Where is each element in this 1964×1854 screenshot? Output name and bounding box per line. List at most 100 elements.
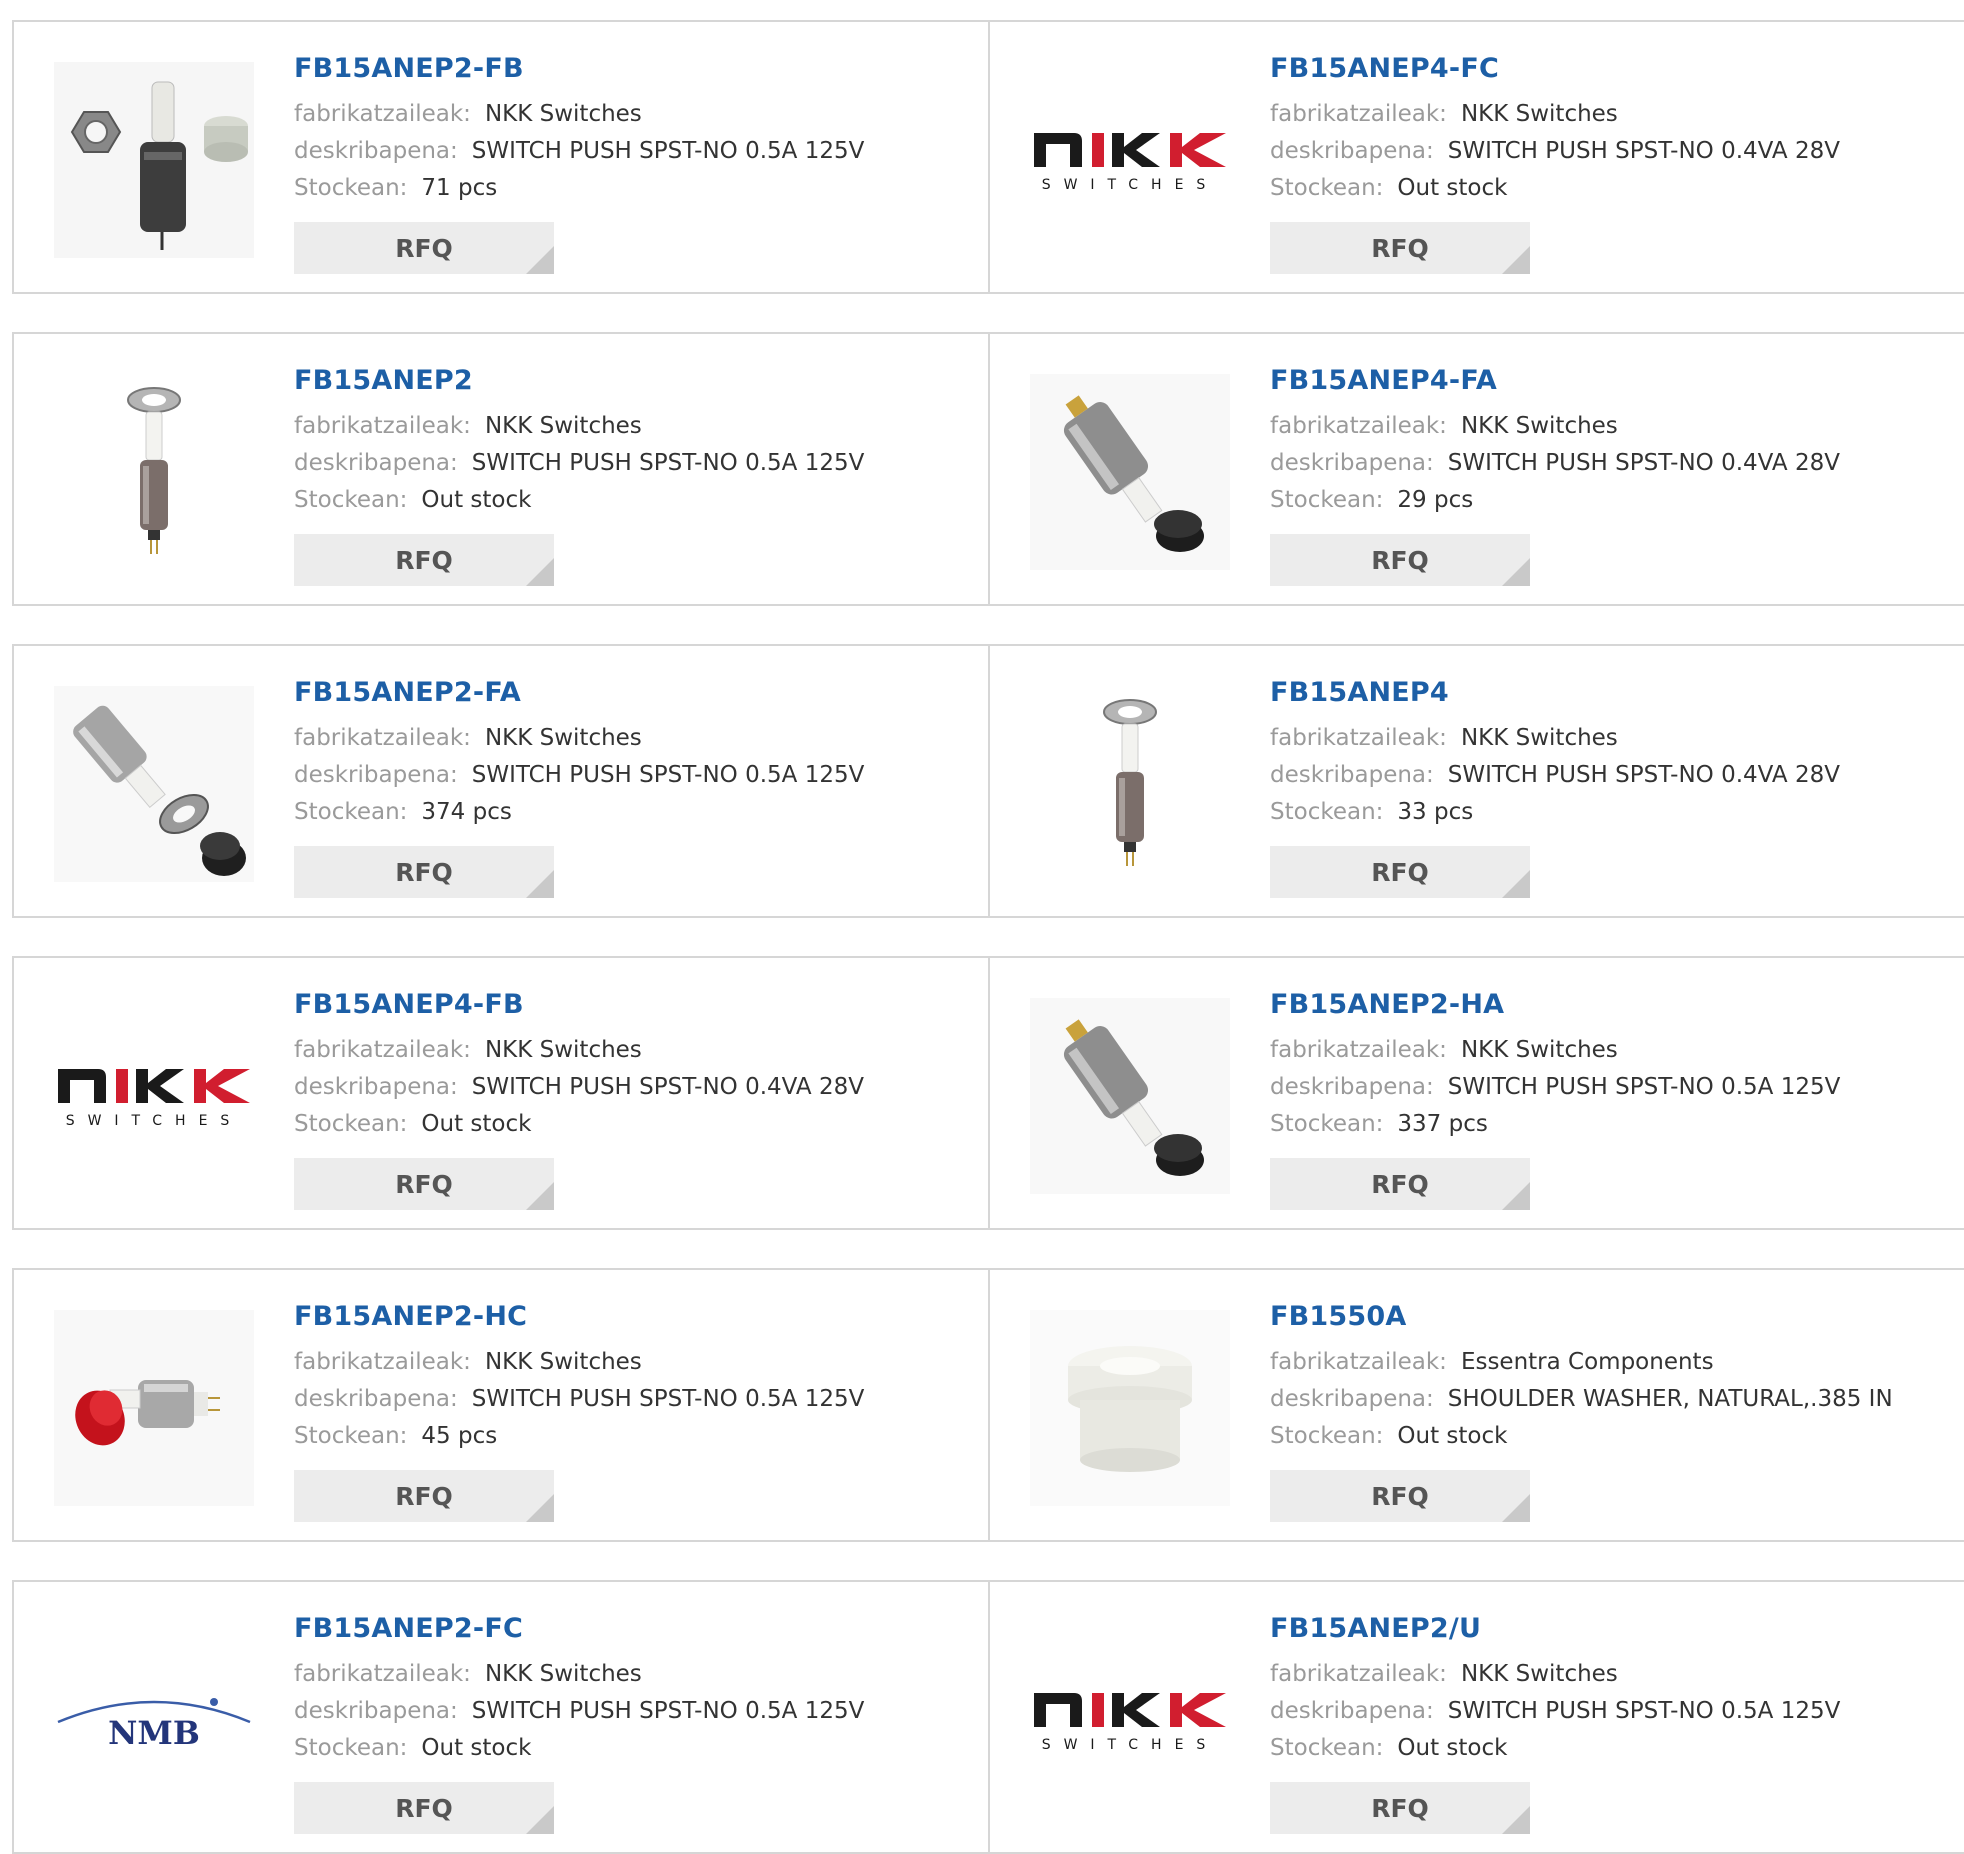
description-label: deskribapena: xyxy=(1270,762,1434,788)
rfq-button[interactable]: RFQ xyxy=(294,1470,554,1522)
rfq-corner-decoration xyxy=(1502,870,1530,898)
description-line: deskribapena: SWITCH PUSH SPST-NO 0.4VA 2… xyxy=(1270,133,1840,170)
nmb-logo-text: NMB xyxy=(108,1714,200,1752)
product-image[interactable] xyxy=(54,374,254,570)
product-info: FB15ANEP2-FB fabrikatzaileak: NKK Switche… xyxy=(294,52,864,207)
rfq-button[interactable]: RFQ xyxy=(1270,1158,1530,1210)
manufacturer-label: fabrikatzaileak: xyxy=(294,413,471,439)
manufacturer-line: fabrikatzaileak: NKK Switches xyxy=(294,96,864,133)
product-name-link[interactable]: FB15ANEP4-FA xyxy=(1270,364,1840,398)
push-switch-photo xyxy=(54,686,254,882)
rfq-button[interactable]: RFQ xyxy=(294,1158,554,1210)
shoulder-washer-photo xyxy=(1030,1310,1230,1506)
push-switch-photo xyxy=(54,62,254,258)
product-image[interactable] xyxy=(1030,686,1230,882)
description-value: SWITCH PUSH SPST-NO 0.5A 125V xyxy=(471,762,865,788)
rfq-button[interactable]: RFQ xyxy=(1270,1470,1530,1522)
product-name-link[interactable]: FB15ANEP4 xyxy=(1270,676,1840,710)
nkk-switches-logo: SWITCHES xyxy=(1034,1693,1226,1753)
product-row: FB15ANEP2-HC fabrikatzaileak: NKK Switche… xyxy=(12,1268,1964,1542)
product-image[interactable] xyxy=(54,1310,254,1506)
product-image[interactable] xyxy=(1030,998,1230,1194)
manufacturer-label: fabrikatzaileak: xyxy=(1270,101,1447,127)
description-line: deskribapena: SHOULDER WASHER, NATURAL,.3… xyxy=(1270,1381,1893,1418)
description-line: deskribapena: SWITCH PUSH SPST-NO 0.5A 12… xyxy=(294,1381,864,1418)
rfq-button[interactable]: RFQ xyxy=(1270,1782,1530,1834)
rfq-button[interactable]: RFQ xyxy=(1270,846,1530,898)
product-name-link[interactable]: FB15ANEP2 xyxy=(294,364,864,398)
rfq-button[interactable]: RFQ xyxy=(1270,222,1530,274)
product-card: FB15ANEP4-FA fabrikatzaileak: NKK Switche… xyxy=(990,334,1964,604)
product-card: FB15ANEP2-FB fabrikatzaileak: NKK Switche… xyxy=(12,22,990,292)
description-value: SHOULDER WASHER, NATURAL,.385 IN xyxy=(1447,1386,1893,1412)
push-switch-photo xyxy=(127,387,181,554)
product-name-link[interactable]: FB15ANEP2-FC xyxy=(294,1612,864,1646)
stock-value: 374 pcs xyxy=(421,799,512,825)
rfq-corner-decoration xyxy=(526,1494,554,1522)
stock-label: Stockean: xyxy=(294,1111,408,1137)
description-line: deskribapena: SWITCH PUSH SPST-NO 0.4VA 2… xyxy=(1270,445,1840,482)
product-row: FB15ANEP2 fabrikatzaileak: NKK Switches d… xyxy=(12,332,1964,606)
description-label: deskribapena: xyxy=(294,1074,458,1100)
manufacturer-value: NKK Switches xyxy=(1460,725,1618,751)
product-name-link[interactable]: FB15ANEP2-HA xyxy=(1270,988,1840,1022)
description-line: deskribapena: SWITCH PUSH SPST-NO 0.5A 12… xyxy=(294,445,864,482)
description-line: deskribapena: SWITCH PUSH SPST-NO 0.5A 12… xyxy=(294,757,864,794)
rfq-button[interactable]: RFQ xyxy=(294,534,554,586)
stock-label: Stockean: xyxy=(1270,487,1384,513)
manufacturer-label: fabrikatzaileak: xyxy=(1270,1037,1447,1063)
description-label: deskribapena: xyxy=(294,1386,458,1412)
rfq-label: RFQ xyxy=(1371,1793,1429,1823)
description-line: deskribapena: SWITCH PUSH SPST-NO 0.5A 12… xyxy=(294,1693,864,1730)
description-value: SWITCH PUSH SPST-NO 0.4VA 28V xyxy=(471,1074,864,1100)
product-card: SWITCHES FB15ANEP4-FB fabrikatzaileak: NK… xyxy=(12,958,990,1228)
description-label: deskribapena: xyxy=(294,138,458,164)
product-image[interactable] xyxy=(1030,1310,1230,1506)
product-name-link[interactable]: FB15ANEP4-FC xyxy=(1270,52,1840,86)
description-line: deskribapena: SWITCH PUSH SPST-NO 0.5A 12… xyxy=(1270,1069,1840,1106)
product-info: FB15ANEP4 fabrikatzaileak: NKK Switches d… xyxy=(1270,676,1840,831)
rfq-button[interactable]: RFQ xyxy=(294,222,554,274)
stock-value: 45 pcs xyxy=(421,1423,498,1449)
push-switch-photo xyxy=(1030,998,1230,1194)
rfq-corner-decoration xyxy=(526,1806,554,1834)
stock-line: Stockean: 29 pcs xyxy=(1270,482,1840,519)
manufacturer-line: fabrikatzaileak: NKK Switches xyxy=(294,1032,864,1069)
product-image[interactable]: SWITCHES xyxy=(1030,62,1230,258)
product-name-link[interactable]: FB15ANEP4-FB xyxy=(294,988,864,1022)
product-image[interactable] xyxy=(54,62,254,258)
description-line: deskribapena: SWITCH PUSH SPST-NO 0.4VA 2… xyxy=(294,1069,864,1106)
description-value: SWITCH PUSH SPST-NO 0.5A 125V xyxy=(1447,1074,1841,1100)
nkk-switches-logo: SWITCHES xyxy=(58,1069,250,1129)
product-card: FB1550A fabrikatzaileak: Essentra Compone… xyxy=(990,1270,1964,1540)
product-name-link[interactable]: FB15ANEP2-FB xyxy=(294,52,864,86)
stock-label: Stockean: xyxy=(294,487,408,513)
product-row: SWITCHES FB15ANEP4-FB fabrikatzaileak: NK… xyxy=(12,956,1964,1230)
product-image[interactable]: NMB xyxy=(54,1622,254,1818)
product-image[interactable]: SWITCHES xyxy=(1030,1622,1230,1818)
product-image[interactable] xyxy=(54,686,254,882)
rfq-button[interactable]: RFQ xyxy=(294,1782,554,1834)
stock-line: Stockean: Out stock xyxy=(294,1106,864,1143)
rfq-button[interactable]: RFQ xyxy=(294,846,554,898)
rfq-corner-decoration xyxy=(1502,1182,1530,1210)
description-value: SWITCH PUSH SPST-NO 0.4VA 28V xyxy=(1447,450,1840,476)
manufacturer-line: fabrikatzaileak: NKK Switches xyxy=(294,408,864,445)
description-label: deskribapena: xyxy=(1270,450,1434,476)
manufacturer-value: NKK Switches xyxy=(484,1661,642,1687)
product-image[interactable] xyxy=(1030,374,1230,570)
manufacturer-line: fabrikatzaileak: NKK Switches xyxy=(294,1344,864,1381)
product-card: FB15ANEP2-FA fabrikatzaileak: NKK Switche… xyxy=(12,646,990,916)
product-image[interactable]: SWITCHES xyxy=(54,998,254,1194)
description-label: deskribapena: xyxy=(294,1698,458,1724)
stock-label: Stockean: xyxy=(1270,1111,1384,1137)
manufacturer-line: fabrikatzaileak: NKK Switches xyxy=(1270,1656,1840,1693)
rfq-button[interactable]: RFQ xyxy=(1270,534,1530,586)
rfq-corner-decoration xyxy=(526,870,554,898)
manufacturer-line: fabrikatzaileak: NKK Switches xyxy=(294,720,864,757)
product-name-link[interactable]: FB1550A xyxy=(1270,1300,1893,1334)
product-name-link[interactable]: FB15ANEP2-FA xyxy=(294,676,864,710)
manufacturer-label: fabrikatzaileak: xyxy=(294,1037,471,1063)
product-name-link[interactable]: FB15ANEP2-HC xyxy=(294,1300,864,1334)
product-name-link[interactable]: FB15ANEP2/U xyxy=(1270,1612,1840,1646)
